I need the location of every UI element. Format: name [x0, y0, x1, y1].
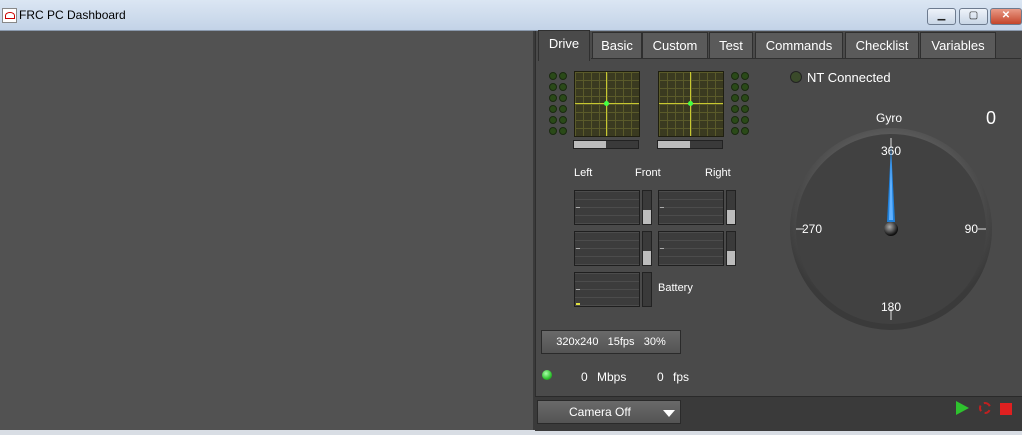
led-right-led — [731, 105, 739, 113]
led-left-led — [559, 83, 567, 91]
led-right-led — [731, 127, 739, 135]
dropdown-arrow-icon — [663, 410, 675, 417]
tab-basic[interactable]: Basic — [592, 32, 642, 59]
tab-variables[interactable]: Variables — [920, 32, 996, 59]
led-right-led — [731, 83, 739, 91]
camera-fps-setting: 15fps — [607, 336, 635, 348]
nt-status-label: NT Connected — [807, 70, 891, 85]
left-rear-motor-meter — [574, 231, 640, 266]
play-icon[interactable] — [956, 401, 969, 415]
led-left-led — [549, 127, 557, 135]
led-right-led — [731, 94, 739, 102]
app-icon — [2, 8, 17, 23]
led-right-led — [741, 116, 749, 124]
gyro-value: 0 — [986, 108, 997, 128]
battery-label: Battery — [658, 282, 693, 294]
led-left-led — [559, 116, 567, 124]
joystick-left-slider — [573, 140, 639, 149]
led-left-led — [549, 83, 557, 91]
gyro-gauge: 360 180 270 90 — [790, 128, 992, 330]
tab-commands[interactable]: Commands — [755, 32, 843, 59]
led-left-led — [549, 94, 557, 102]
led-left-led — [549, 116, 557, 124]
gyro-hub — [884, 222, 898, 236]
tab-test[interactable]: Test — [709, 32, 753, 59]
bandwidth-unit: Mbps — [597, 370, 627, 384]
gyro-label-180: 180 — [881, 300, 901, 314]
camera-settings-button[interactable]: 320x240 15fps 30% — [541, 330, 681, 354]
nt-status-led — [790, 71, 802, 83]
led-left-led — [559, 94, 567, 102]
camera-status-led — [542, 370, 552, 380]
gyro-label-270: 270 — [802, 222, 822, 236]
battery-level — [576, 303, 580, 305]
left-rear-motor-bar — [642, 231, 652, 266]
led-right-led — [741, 83, 749, 91]
camera-view — [0, 31, 535, 430]
minimize-button[interactable]: ▁ — [927, 8, 956, 25]
camera-select-value: Camera Off — [569, 405, 631, 419]
led-right-led — [731, 72, 739, 80]
tab-custom[interactable]: Custom — [642, 32, 708, 59]
bandwidth-value: 0 — [581, 370, 588, 384]
led-left-led — [559, 127, 567, 135]
joystick-left-position — [604, 101, 609, 106]
joystick-right-display — [658, 71, 724, 137]
battery-bar — [642, 272, 652, 307]
led-right-led — [731, 116, 739, 124]
battery-meter — [574, 272, 640, 307]
joystick-right-position — [688, 101, 693, 106]
tab-divider — [591, 58, 1021, 59]
camera-select[interactable]: Camera Off — [537, 400, 681, 424]
stop-icon[interactable] — [1000, 403, 1012, 415]
joystick-left-display — [574, 71, 640, 137]
right-rear-motor-meter — [658, 231, 724, 266]
led-right-led — [741, 105, 749, 113]
led-left-led — [549, 105, 557, 113]
right-motor-label: Right — [705, 167, 731, 179]
record-icon[interactable] — [979, 402, 991, 414]
fps-unit: fps — [673, 370, 690, 384]
left-front-motor-bar — [642, 190, 652, 225]
led-right-led — [741, 127, 749, 135]
led-left-led — [559, 72, 567, 80]
led-left-led — [549, 72, 557, 80]
right-rear-motor-bar — [726, 231, 736, 266]
joystick-right-slider — [657, 140, 723, 149]
led-right-led — [741, 94, 749, 102]
left-front-motor-meter — [574, 190, 640, 225]
gyro-title: Gyro — [876, 111, 903, 125]
tab-drive[interactable]: Drive — [538, 30, 590, 61]
camera-resolution: 320x240 — [556, 336, 599, 348]
tab-checklist[interactable]: Checklist — [845, 32, 919, 59]
front-motor-label: Front — [635, 167, 661, 179]
right-front-motor-bar — [726, 190, 736, 225]
window-title: FRC PC Dashboard — [19, 8, 126, 22]
close-button[interactable]: ✕ — [990, 8, 1022, 25]
title-bar — [0, 0, 1022, 31]
gyro-label-90: 90 — [965, 222, 979, 236]
led-left-led — [559, 105, 567, 113]
fps-value: 0 — [657, 370, 664, 384]
right-front-motor-meter — [658, 190, 724, 225]
camera-quality: 30% — [643, 336, 666, 348]
left-motor-label: Left — [574, 167, 593, 179]
led-right-led — [741, 72, 749, 80]
maximize-button[interactable]: ▢ — [959, 8, 988, 25]
